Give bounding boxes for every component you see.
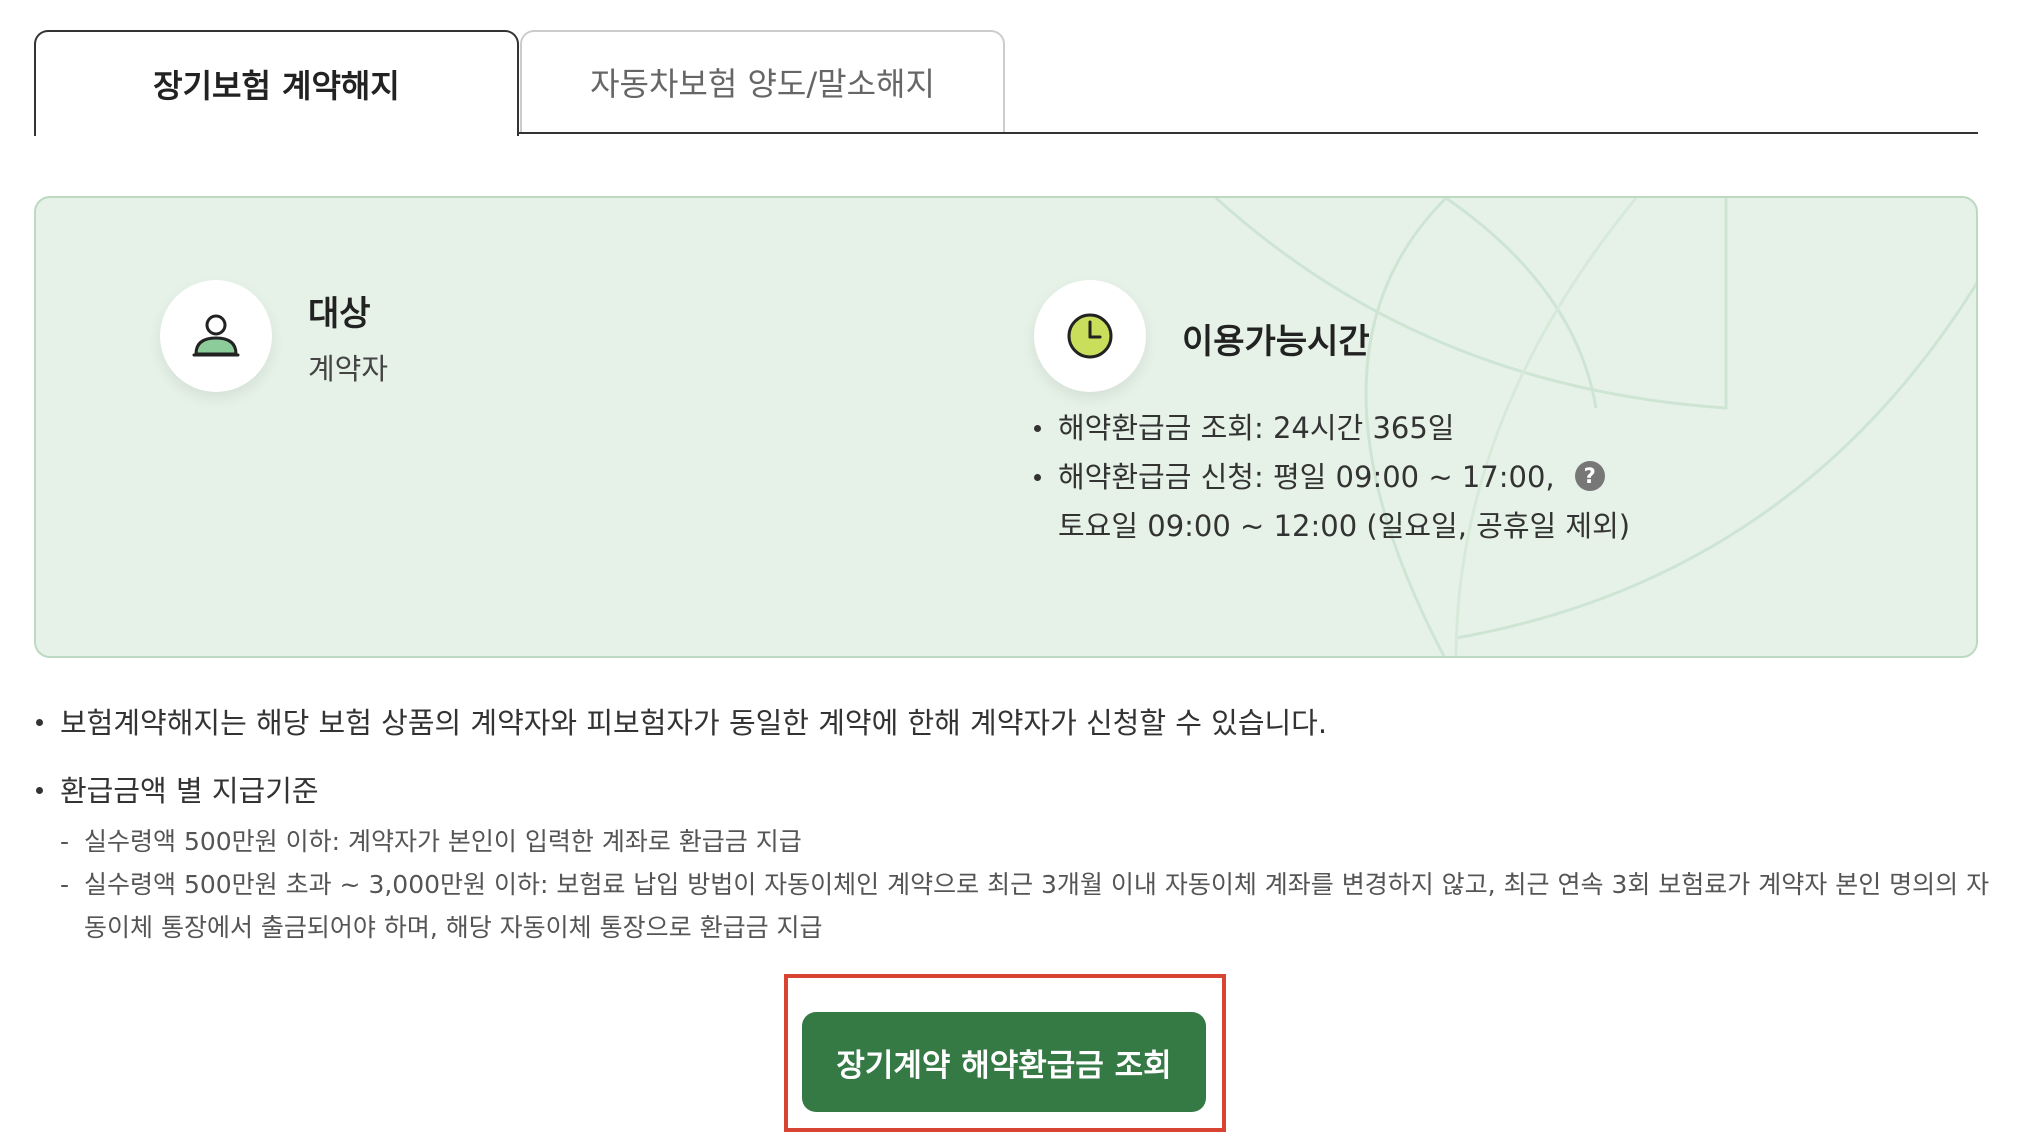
help-icon[interactable]: ? — [1574, 461, 1605, 491]
tab-long-term-cancellation[interactable]: 장기보험 계약해지 — [34, 30, 519, 136]
hours-item-inquiry-text: 해약환급금 조회: 24시간 365일 — [1058, 411, 1455, 445]
hours-list: 해약환급금 조회: 24시간 365일 해약환급금 신청: 평일 09:00 ~… — [1032, 404, 1932, 551]
hours-icon-circle — [1034, 280, 1146, 392]
hours-item-application-saturday: 토요일 09:00 ~ 12:00 (일요일, 공휴일 제외) — [1058, 509, 1631, 543]
note-payment-criteria: 환급금액 별 지급기준 — [34, 768, 1994, 810]
hours-item-inquiry: 해약환급금 조회: 24시간 365일 — [1032, 404, 1932, 453]
payment-criteria-list: 실수령액 500만원 이하: 계약자가 본인이 입력한 계좌로 환급금 지급 실… — [58, 820, 1998, 949]
refund-inquiry-button[interactable]: 장기계약 해약환급금 조회 — [802, 1012, 1206, 1112]
tab-auto-transfer-cancellation[interactable]: 자동차보험 양도/말소해지 — [520, 30, 1005, 132]
info-panel: 대상 계약자 이용가능시간 해약환급금 조회: 24시간 365일 해약환급금 … — [34, 196, 1978, 658]
hours-item-application-text: 해약환급금 신청: 평일 09:00 ~ 17:00, — [1058, 460, 1555, 494]
target-icon-circle — [160, 280, 272, 392]
target-value: 계약자 — [308, 352, 389, 386]
criteria-item: 실수령액 500만원 초과 ~ 3,000만원 이하: 보험료 납입 방법이 자… — [58, 863, 1998, 949]
hours-title: 이용가능시간 — [1182, 322, 1370, 362]
user-icon — [192, 314, 240, 357]
clock-icon — [1067, 313, 1113, 359]
target-title: 대상 — [308, 294, 371, 334]
page: 장기보험 계약해지 자동차보험 양도/말소해지 대상 계약자 이용가능시간 해약… — [0, 0, 2038, 1134]
note-eligibility: 보험계약해지는 해당 보험 상품의 계약자와 피보험자가 동일한 계약에 한해 … — [34, 700, 1994, 742]
hours-item-application: 해약환급금 신청: 평일 09:00 ~ 17:00,? 토요일 09:00 ~… — [1032, 453, 1932, 551]
criteria-item: 실수령액 500만원 이하: 계약자가 본인이 입력한 계좌로 환급금 지급 — [58, 820, 1998, 863]
tab-bar: 장기보험 계약해지 자동차보험 양도/말소해지 — [34, 30, 1978, 136]
